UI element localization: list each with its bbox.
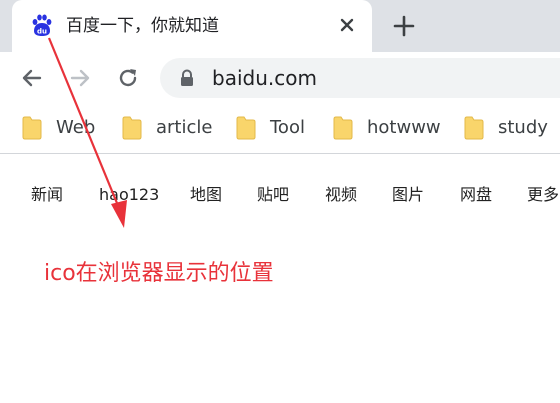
url-text[interactable]: baidu.com <box>212 65 317 91</box>
bookmark-label: article <box>156 117 213 138</box>
nav-link-tieba[interactable]: 贴吧 <box>257 184 289 206</box>
folder-icon <box>122 116 142 140</box>
folder-icon <box>236 116 256 140</box>
bookmark-label: Web <box>56 117 96 138</box>
nav-link-video[interactable]: 视频 <box>325 184 357 206</box>
baidu-paw-icon: du <box>32 14 52 36</box>
bookmark-label: Tool <box>270 117 305 138</box>
folder-icon <box>22 116 42 140</box>
browser-tab[interactable]: du 百度一下，你就知道 <box>12 0 372 52</box>
close-icon[interactable] <box>336 14 358 36</box>
browser-toolbar: baidu.com <box>0 52 560 104</box>
nav-link-news[interactable]: 新闻 <box>31 184 63 206</box>
svg-text:du: du <box>37 28 47 36</box>
nav-link-hao123[interactable]: hao123 <box>99 184 159 206</box>
tab-title: 百度一下，你就知道 <box>66 16 219 36</box>
bookmark-label: hotwww <box>367 117 441 138</box>
reload-icon[interactable] <box>115 65 141 91</box>
back-arrow-icon[interactable] <box>19 65 45 91</box>
annotation-label: ico在浏览器显示的位置 <box>44 261 274 286</box>
bookmarks-bar: Web article Tool hotwww study <box>0 104 560 154</box>
nav-link-map[interactable]: 地图 <box>190 184 222 206</box>
lock-icon[interactable] <box>178 69 196 87</box>
nav-link-images[interactable]: 图片 <box>392 184 424 206</box>
address-bar[interactable]: baidu.com <box>160 58 560 98</box>
nav-link-more[interactable]: 更多 <box>527 184 559 206</box>
baidu-top-nav: 新闻 hao123 地图 贴吧 视频 图片 网盘 更多 <box>0 176 560 216</box>
folder-icon <box>333 116 353 140</box>
forward-arrow-icon[interactable] <box>67 65 93 91</box>
new-tab-plus-icon[interactable] <box>390 12 418 40</box>
tab-strip: du 百度一下，你就知道 <box>0 0 560 52</box>
bookmark-label: study <box>498 117 548 138</box>
folder-icon <box>464 116 484 140</box>
nav-link-netdisk[interactable]: 网盘 <box>460 184 492 206</box>
